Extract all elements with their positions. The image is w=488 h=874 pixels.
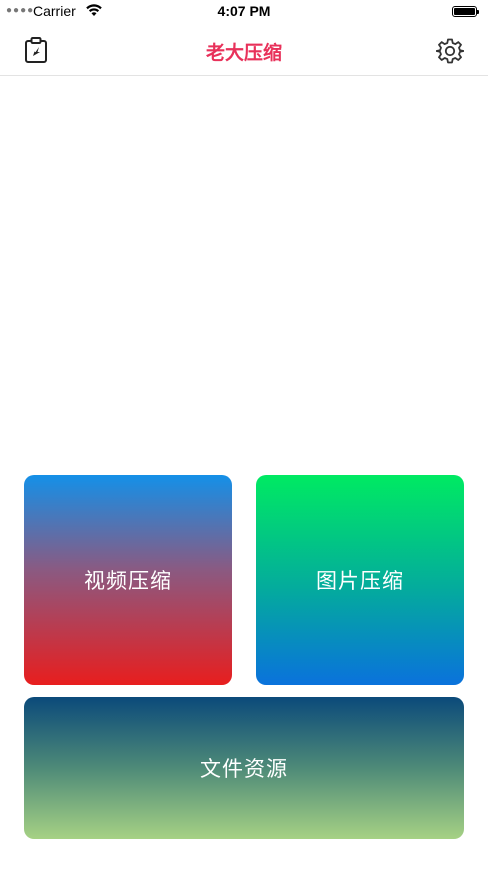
file-resources-label: 文件资源 [200,758,288,781]
battery-icon [452,6,479,17]
file-resources-tile[interactable]: 文件资源 [24,697,464,839]
status-time: 4:07 PM [217,3,271,19]
video-compress-tile[interactable]: 视频压缩 [24,475,232,685]
status-bar: ●●●● Carrier 4:07 PM [0,0,488,24]
gear-icon[interactable] [436,37,464,65]
app-title: 老大压缩 [205,43,282,64]
video-compress-label: 视频压缩 [84,570,172,593]
image-compress-tile[interactable]: 图片压缩 [256,475,464,685]
image-compress-label: 图片压缩 [316,570,404,593]
navigation-bar: 老大压缩 [0,24,488,76]
